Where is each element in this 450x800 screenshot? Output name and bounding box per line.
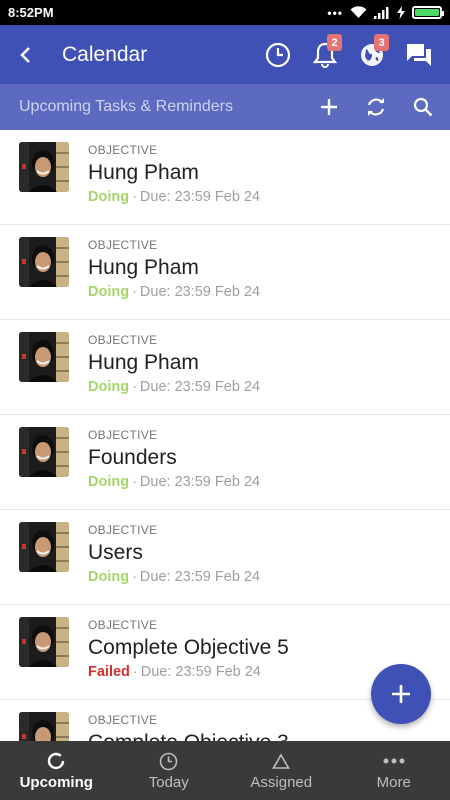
task-list-item[interactable]: OBJECTIVE Hung Pham Doing · Due: 23:59 Feb… — [0, 130, 450, 225]
nav-upcoming[interactable]: Upcoming — [0, 741, 113, 800]
item-type: OBJECTIVE — [88, 523, 158, 537]
meta-separator: · — [132, 379, 137, 395]
page-title: Calendar — [62, 42, 148, 66]
status-icons: ••• — [327, 5, 444, 20]
status-label: Failed — [88, 664, 130, 680]
item-meta: Doing · Due: 23:59 Feb 24 — [88, 474, 260, 490]
due-date: Due: 23:59 Feb 24 — [139, 379, 261, 395]
avatar — [19, 142, 69, 192]
chat-button[interactable] — [395, 25, 442, 84]
nav-label-today: Today — [148, 774, 189, 791]
more-dots-icon: ••• — [327, 5, 343, 20]
task-list-item[interactable]: OBJECTIVE Founders Doing · Due: 23:59 Feb … — [0, 415, 450, 510]
search-button[interactable] — [399, 84, 446, 130]
notifications-badge: 2 — [327, 34, 342, 51]
add-fab-button[interactable] — [371, 664, 431, 724]
chat-icon — [406, 43, 431, 66]
due-date: Due: 23:59 Feb 24 — [139, 284, 261, 300]
meta-separator: · — [132, 284, 137, 300]
nav-label-assigned: Assigned — [250, 774, 313, 791]
plus-icon — [392, 685, 410, 703]
item-meta: Doing · Due: 23:59 Feb 24 — [88, 189, 260, 205]
back-arrow-icon — [20, 46, 30, 63]
item-meta: Doing · Due: 23:59 Feb 24 — [88, 284, 260, 300]
upcoming-icon — [48, 752, 65, 770]
status-label: Doing — [88, 569, 130, 585]
item-type: OBJECTIVE — [88, 333, 158, 347]
task-list: OBJECTIVE Hung Pham Doing · Due: 23:59 Feb… — [0, 130, 450, 741]
item-title: Founders — [88, 446, 177, 469]
item-title: Complete Objective 5 — [88, 636, 289, 659]
nav-label-more: More — [376, 774, 411, 791]
status-time: 8:52PM — [8, 5, 54, 20]
meta-separator: · — [132, 474, 137, 490]
status-label: Doing — [88, 189, 130, 205]
avatar — [19, 427, 69, 477]
globe-badge: 3 — [374, 34, 389, 51]
item-title: Hung Pham — [88, 161, 199, 184]
signal-icon — [374, 6, 389, 19]
meta-separator: · — [132, 569, 137, 585]
app-bar: Calendar 2 3 — [0, 25, 450, 84]
back-button[interactable] — [0, 25, 52, 84]
avatar — [19, 332, 69, 382]
status-label: Doing — [88, 284, 130, 300]
status-label: Doing — [88, 379, 130, 395]
status-label: Doing — [88, 474, 130, 490]
due-date: Due: 23:59 Feb 24 — [139, 569, 261, 585]
item-type: OBJECTIVE — [88, 238, 158, 252]
item-meta: Failed · Due: 23:59 Feb 24 — [88, 664, 289, 680]
nav-assigned[interactable]: Assigned — [225, 741, 338, 800]
task-list-item[interactable]: OBJECTIVE Users Doing · Due: 23:59 Feb 24 — [0, 510, 450, 605]
sub-header-title: Upcoming Tasks & Reminders — [19, 98, 234, 115]
bottom-nav: Upcoming Today Assigned More — [0, 741, 450, 800]
item-type: OBJECTIVE — [88, 428, 158, 442]
refresh-button[interactable] — [352, 84, 399, 130]
avatar — [19, 617, 69, 667]
notifications-button[interactable]: 2 — [301, 25, 348, 84]
wifi-icon — [350, 6, 367, 18]
avatar — [19, 522, 69, 572]
task-list-item[interactable]: OBJECTIVE Hung Pham Doing · Due: 23:59 Feb… — [0, 225, 450, 320]
item-title: Hung Pham — [88, 351, 199, 374]
search-icon — [413, 97, 432, 117]
clock-icon — [159, 752, 178, 770]
item-meta: Doing · Due: 23:59 Feb 24 — [88, 379, 260, 395]
due-date: Due: 23:59 Feb 24 — [139, 474, 261, 490]
sub-header: Upcoming Tasks & Reminders — [0, 84, 450, 130]
battery-icon — [412, 6, 444, 19]
item-type: OBJECTIVE — [88, 713, 158, 727]
add-task-button[interactable] — [305, 84, 352, 130]
item-meta: Doing · Due: 23:59 Feb 24 — [88, 569, 260, 585]
clock-icon — [265, 42, 290, 67]
item-title: Complete Objective 3 — [88, 731, 289, 741]
item-title: Hung Pham — [88, 256, 199, 279]
task-list-item[interactable]: OBJECTIVE Hung Pham Doing · Due: 23:59 Feb… — [0, 320, 450, 415]
item-type: OBJECTIVE — [88, 618, 158, 632]
status-bar: 8:52PM ••• — [0, 0, 450, 25]
globe-button[interactable]: 3 — [348, 25, 395, 84]
avatar — [19, 237, 69, 287]
item-type: OBJECTIVE — [88, 143, 158, 157]
due-date: Due: 23:59 Feb 24 — [140, 664, 261, 680]
avatar — [19, 712, 69, 741]
refresh-icon — [367, 98, 384, 116]
due-date: Due: 23:59 Feb 24 — [139, 189, 261, 205]
plus-icon — [320, 99, 337, 115]
charging-icon — [397, 6, 405, 19]
nav-more[interactable]: More — [338, 741, 450, 800]
nav-label-upcoming: Upcoming — [19, 774, 93, 791]
history-button[interactable] — [254, 25, 301, 84]
meta-separator: · — [132, 664, 138, 680]
meta-separator: · — [132, 189, 137, 205]
item-title: Users — [88, 541, 143, 564]
nav-today[interactable]: Today — [113, 741, 226, 800]
triangle-icon — [272, 753, 291, 769]
more-dots-icon — [383, 758, 405, 764]
